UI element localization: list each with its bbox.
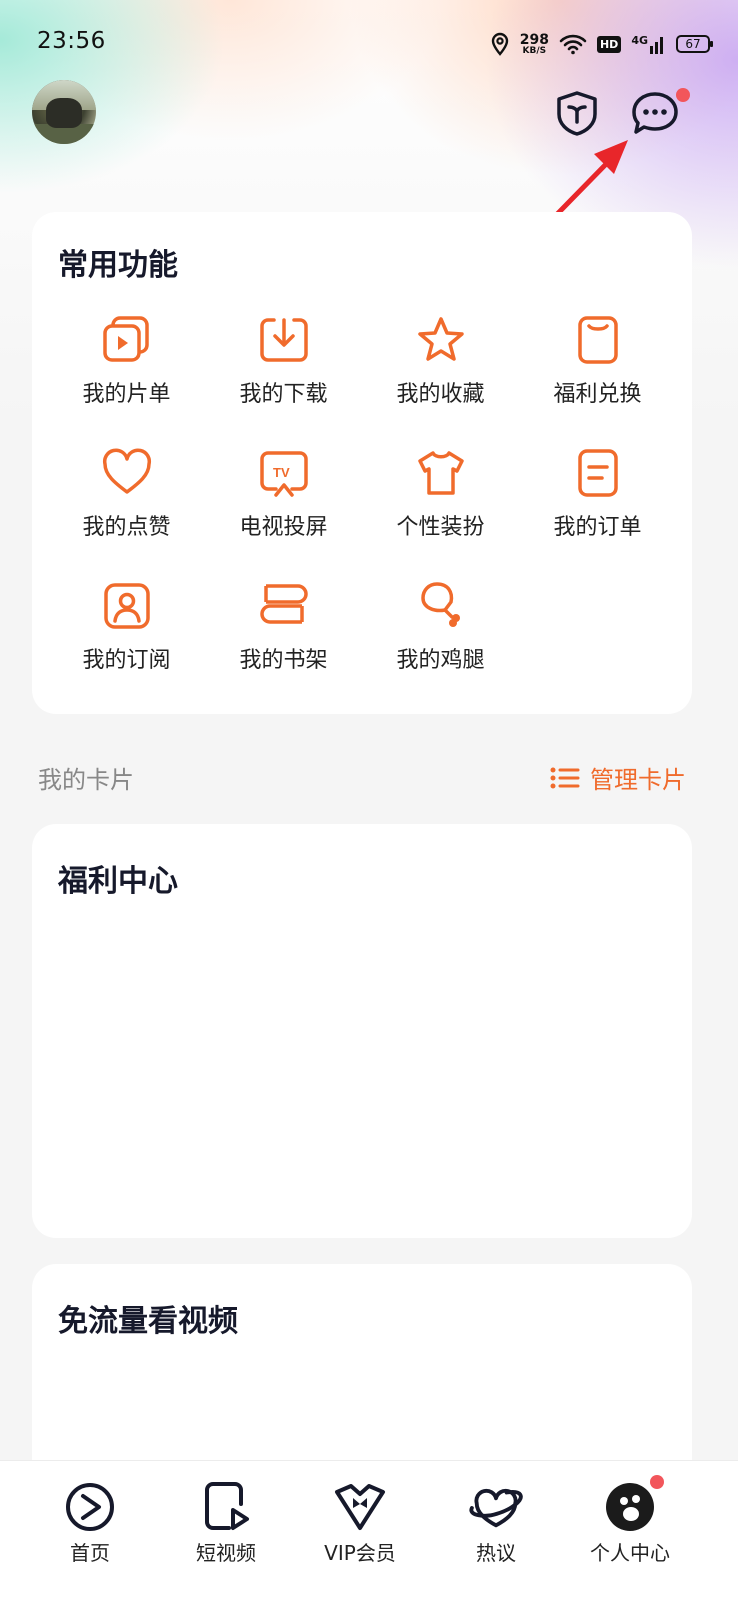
- func-my-subscriptions[interactable]: 我的订阅: [48, 578, 205, 674]
- func-welfare-redeem[interactable]: 福利兑换: [519, 312, 676, 408]
- profile-avatar-icon: [606, 1483, 654, 1531]
- battery-indicator: 67: [676, 35, 713, 53]
- func-personal-style[interactable]: 个性装扮: [362, 445, 519, 541]
- short-video-icon: [205, 1482, 249, 1530]
- nav-label: 个人中心: [590, 1541, 670, 1565]
- free-data-video-title: 免流量看视频: [58, 1304, 238, 1339]
- network-speed: 298 KB/S: [520, 33, 549, 56]
- func-label: 我的收藏: [396, 382, 485, 407]
- nav-short-video[interactable]: 短视频: [166, 1479, 286, 1566]
- order-icon: [577, 449, 618, 497]
- playlist-icon: [102, 316, 149, 362]
- func-tv-cast[interactable]: TV 电视投屏: [205, 445, 362, 541]
- list-icon: [550, 767, 580, 788]
- nav-vip[interactable]: VIP会员: [300, 1479, 420, 1566]
- bottom-nav: 首页 短视频 VIP会员 热议 个人中心: [0, 1460, 738, 1600]
- avatar-object: [46, 98, 82, 128]
- func-label: 我的订阅: [82, 648, 171, 673]
- status-icons: 298 KB/S HD 4G 67: [490, 28, 713, 60]
- nav-label: 短视频: [196, 1541, 256, 1565]
- svg-text:TV: TV: [273, 465, 290, 480]
- func-label: 个性装扮: [396, 515, 485, 540]
- func-label: 我的订单: [553, 515, 642, 540]
- nav-home[interactable]: 首页: [30, 1479, 150, 1566]
- discussion-icon: [469, 1488, 523, 1528]
- func-my-download[interactable]: 我的下载: [205, 312, 362, 408]
- signal-bars-icon: [650, 37, 663, 54]
- func-my-likes[interactable]: 我的点赞: [48, 445, 205, 541]
- redeem-icon: [577, 316, 618, 364]
- download-icon: [259, 318, 308, 362]
- network-type: 4G: [631, 34, 648, 47]
- common-functions-title: 常用功能: [58, 248, 178, 283]
- nav-discussion[interactable]: 热议: [436, 1479, 556, 1566]
- vip-icon: [335, 1484, 385, 1530]
- func-label: 我的书架: [239, 648, 328, 673]
- manage-cards-label: 管理卡片: [590, 766, 686, 794]
- func-my-favorites[interactable]: 我的收藏: [362, 312, 519, 408]
- func-my-bookshelf[interactable]: 我的书架: [205, 578, 362, 674]
- wifi-icon: [559, 34, 587, 55]
- heart-icon: [102, 448, 151, 494]
- nav-label: VIP会员: [324, 1541, 396, 1565]
- common-functions-card: 常用功能 我的片单 我的下载 我的收藏 福利兑换 我的点赞 TV 电视投屏 个性…: [32, 212, 692, 714]
- profile-badge: [650, 1475, 664, 1489]
- func-my-playlist[interactable]: 我的片单: [48, 312, 205, 408]
- speed-value: 298: [519, 31, 549, 48]
- nav-label: 首页: [70, 1541, 110, 1565]
- tv-cast-icon: TV: [259, 451, 308, 497]
- tshirt-icon: [417, 451, 464, 495]
- func-label: 电视投屏: [239, 515, 328, 540]
- hd-badge: HD: [596, 35, 622, 53]
- drumstick-icon: [420, 582, 460, 627]
- bookshelf-icon: [259, 584, 308, 624]
- home-play-icon: [66, 1483, 114, 1531]
- func-label: 我的下载: [239, 382, 328, 407]
- signal-indicator: 4G: [631, 34, 666, 54]
- func-label: 福利兑换: [553, 382, 642, 407]
- star-icon: [417, 317, 464, 361]
- func-label: 我的点赞: [82, 515, 171, 540]
- func-my-orders[interactable]: 我的订单: [519, 445, 676, 541]
- message-badge: [676, 88, 690, 102]
- func-my-drumsticks[interactable]: 我的鸡腿: [362, 578, 519, 674]
- location-icon: [491, 32, 508, 56]
- status-time: 23:56: [37, 28, 106, 54]
- nav-personal-center[interactable]: 个人中心: [570, 1475, 690, 1566]
- manage-cards-button[interactable]: 管理卡片: [550, 760, 686, 795]
- nav-label: 热议: [476, 1541, 516, 1565]
- welfare-center-card[interactable]: 福利中心: [32, 824, 692, 1238]
- welfare-center-title: 福利中心: [58, 864, 178, 899]
- func-label: 我的鸡腿: [396, 648, 485, 673]
- speed-unit: KB/S: [522, 45, 547, 56]
- user-avatar[interactable]: [32, 80, 96, 144]
- func-label: 我的片单: [82, 382, 171, 407]
- subscribe-icon: [103, 583, 150, 629]
- my-cards-label: 我的卡片: [38, 766, 134, 794]
